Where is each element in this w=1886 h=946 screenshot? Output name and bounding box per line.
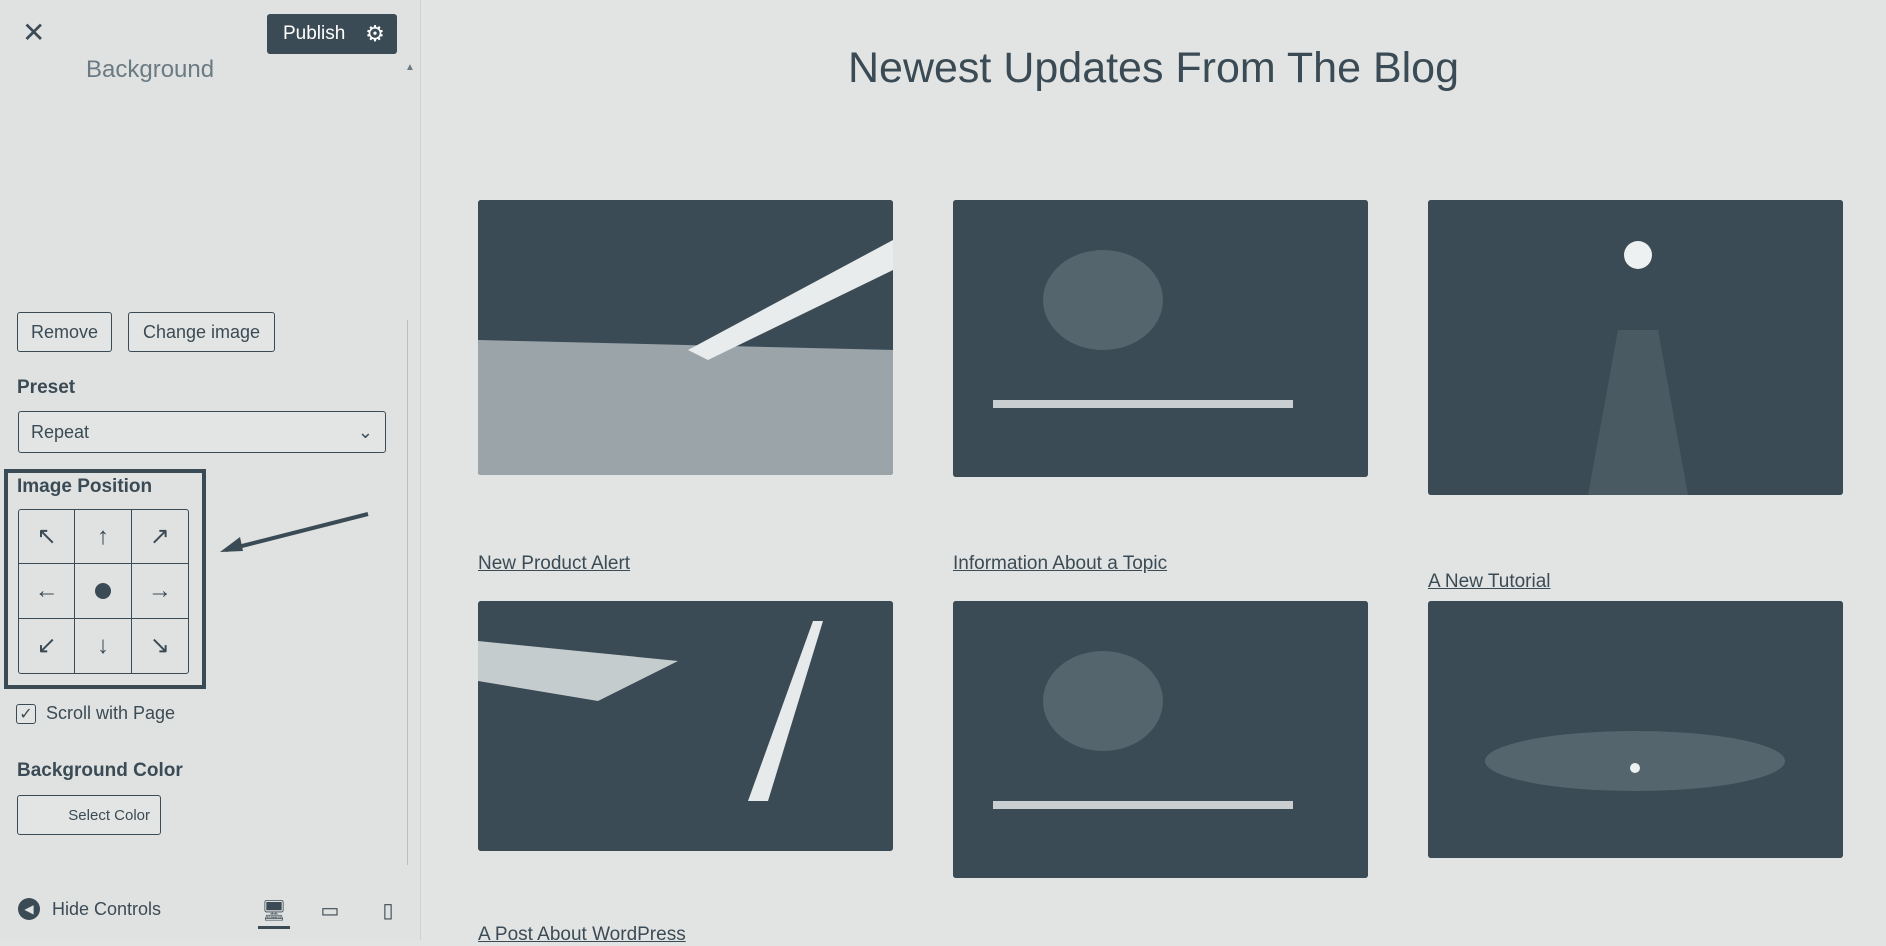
center-dot-icon <box>94 582 111 599</box>
post-image[interactable] <box>953 601 1368 878</box>
annotation-arrow-icon <box>220 512 369 552</box>
background-color-label: Background Color <box>17 760 183 781</box>
post-title-link[interactable]: Information About a Topic <box>953 553 1167 575</box>
preset-label: Preset <box>17 377 76 398</box>
change-image-button[interactable]: Change image <box>128 312 275 352</box>
position-bottom-right-button[interactable]: ↘ <box>132 619 188 673</box>
remove-button[interactable]: Remove <box>17 312 112 352</box>
desktop-icon[interactable]: 🖥 <box>258 894 290 929</box>
post-image[interactable] <box>1428 200 1843 495</box>
page-title: Newest Updates From The Blog <box>847 44 1460 92</box>
post-title-link[interactable]: A New Tutorial <box>1428 571 1551 593</box>
hide-controls-button[interactable]: ◀ Hide Controls <box>18 898 161 920</box>
panel-scrollbar[interactable] <box>407 320 414 865</box>
night-lake-image-icon <box>953 200 1368 477</box>
position-center-button[interactable] <box>75 564 132 619</box>
scroll-label: Scroll with Page <box>46 703 176 723</box>
caret-up-icon[interactable]: ▲ <box>405 62 415 73</box>
position-top-right-button[interactable]: ↗ <box>131 510 188 565</box>
section-title: Background <box>86 56 215 83</box>
site-preview: Newest Updates From The Blog New Product… <box>421 0 1886 945</box>
close-icon[interactable]: ✕ <box>22 18 45 48</box>
preset-value: Repeat <box>31 421 90 442</box>
mobile-icon[interactable]: ▯ <box>372 894 404 926</box>
select-color-button[interactable]: Select Color <box>17 795 161 835</box>
post-image[interactable] <box>1428 601 1843 858</box>
image-position-label: Image Position <box>17 476 153 497</box>
arrow-left-circle-icon: ◀ <box>18 898 40 920</box>
position-bottom-left-button[interactable]: ↙ <box>19 618 76 673</box>
publish-label[interactable]: Publish <box>283 23 353 45</box>
preset-select[interactable]: Repeat ⌄ <box>18 411 386 453</box>
gear-icon[interactable]: ⚙ <box>353 21 397 47</box>
post-title-link[interactable]: A Post About WordPress <box>478 924 686 946</box>
night-lake-image-icon <box>953 601 1368 878</box>
hide-controls-label: Hide Controls <box>52 898 162 919</box>
scroll-checkbox[interactable]: ✓ <box>16 703 36 724</box>
customizer-panel: ✕ Publish ⚙ Background ▲ Remove Change i… <box>0 0 421 940</box>
waterfall-image-icon <box>478 601 893 851</box>
position-top-button[interactable]: ↑ <box>75 510 132 565</box>
publish-button[interactable]: Publish ⚙ <box>267 14 397 54</box>
scroll-with-page-row[interactable]: ✓ Scroll with Page <box>16 703 175 724</box>
position-bottom-button[interactable]: ↓ <box>75 618 132 673</box>
tablet-icon[interactable]: ▭ <box>314 894 346 926</box>
chevron-down-icon: ⌄ <box>357 421 373 442</box>
post-title-link[interactable]: New Product Alert <box>478 553 630 575</box>
position-right-button[interactable]: → <box>131 564 188 619</box>
position-top-left-button[interactable]: ↖ <box>19 510 76 565</box>
post-image[interactable] <box>478 601 893 851</box>
sky-image-icon <box>478 200 893 475</box>
post-image[interactable] <box>953 200 1368 477</box>
moon-road-image-icon <box>1428 200 1843 495</box>
tree-image-icon <box>1428 601 1843 858</box>
position-left-button[interactable]: ← <box>19 564 76 619</box>
post-image[interactable] <box>478 200 893 475</box>
image-position-grid: ↖ ↑ ↗ ← → ↙ ↓ ↘ <box>18 509 189 674</box>
